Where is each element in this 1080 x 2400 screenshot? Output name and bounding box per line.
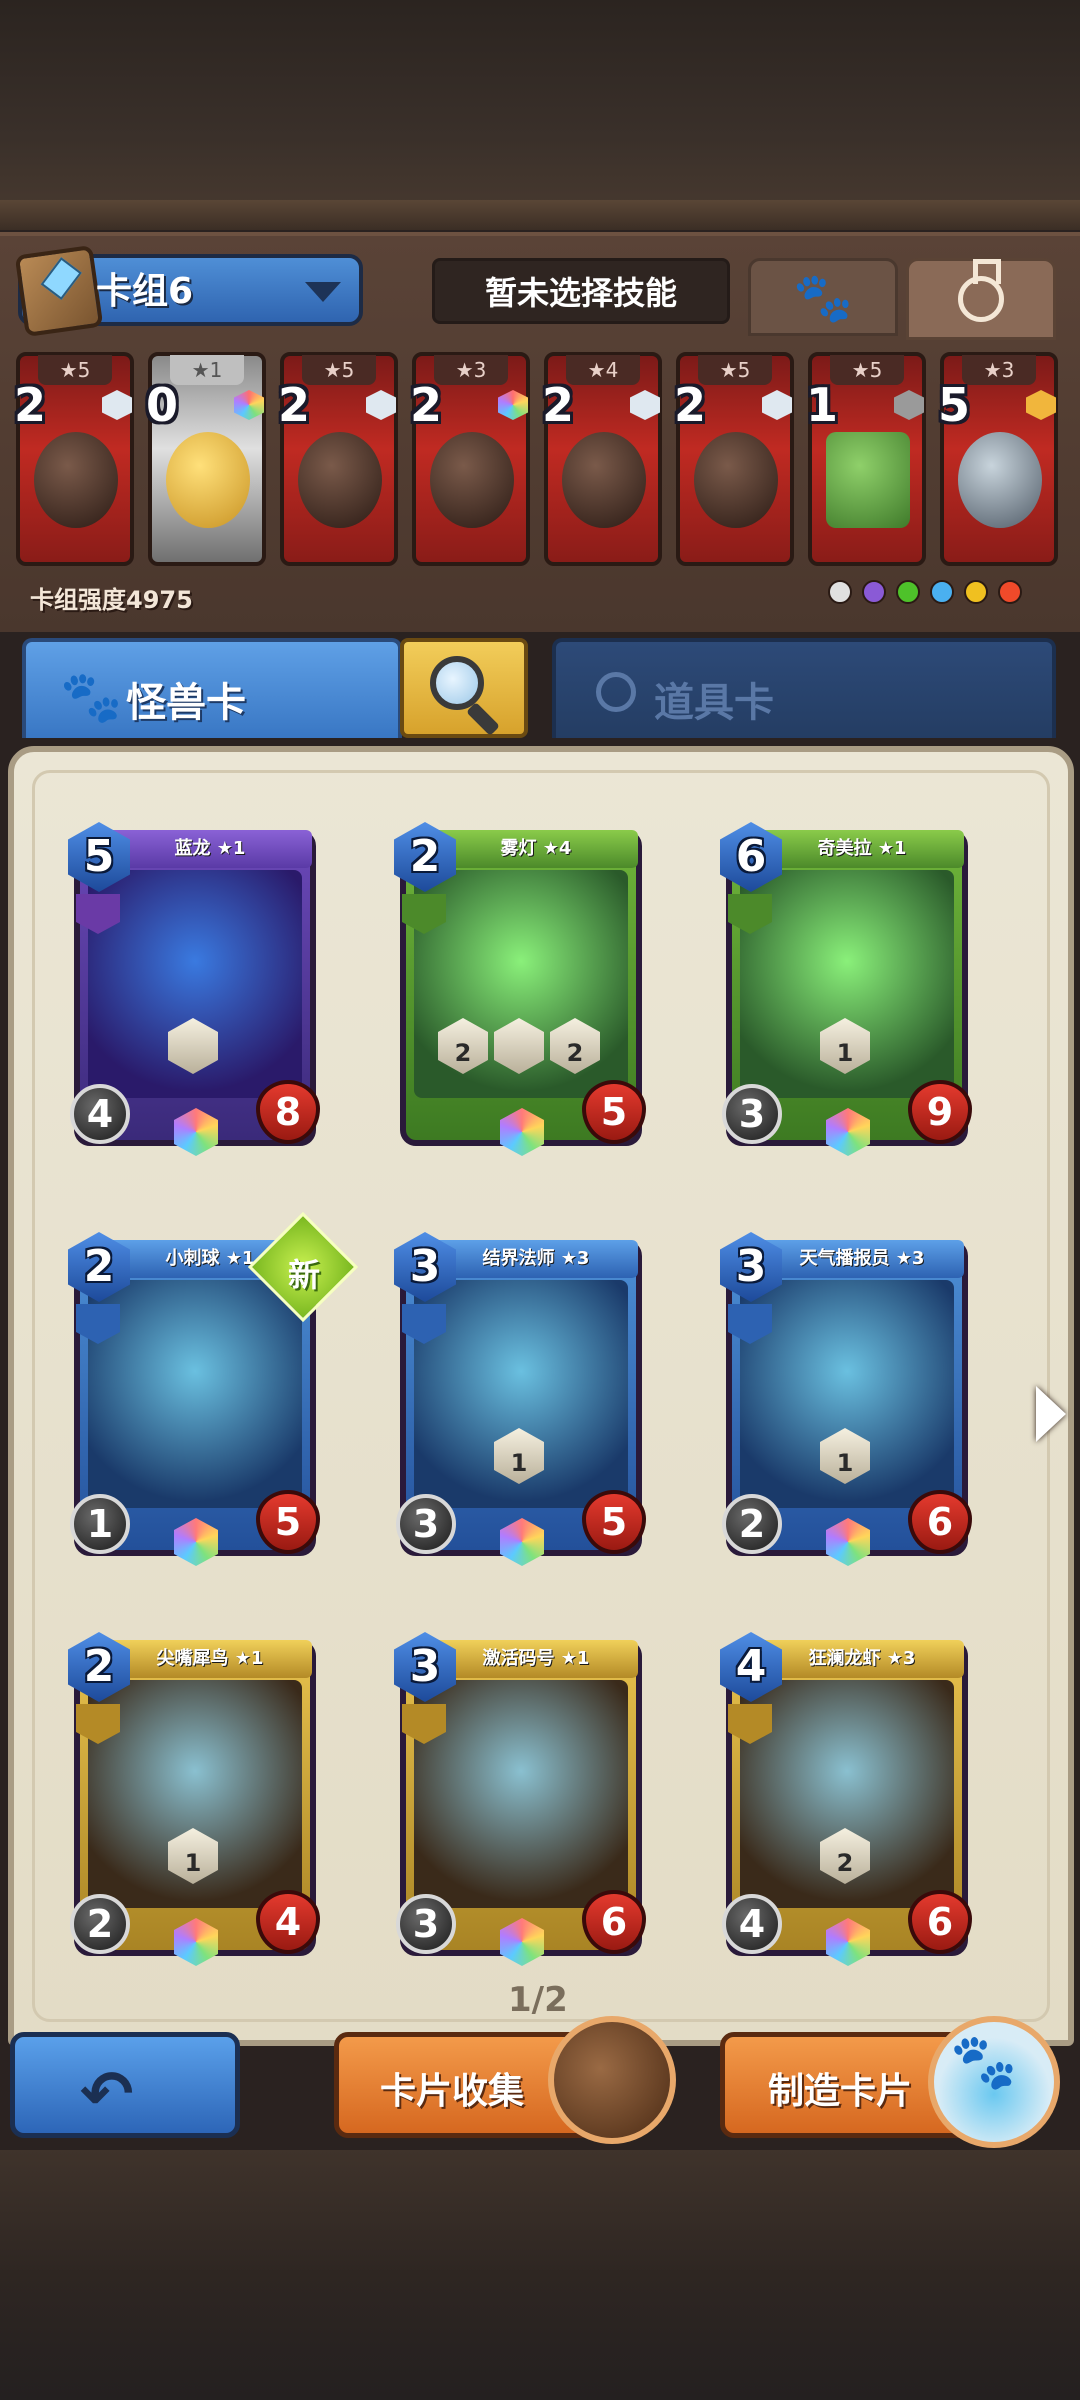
green-tunic-icon	[826, 432, 910, 528]
rarity-gem-icon	[366, 390, 396, 420]
slot-cost: 2	[14, 378, 47, 432]
slot-stars: ★5	[38, 355, 112, 385]
card-collection-label: 卡片收集	[380, 2071, 525, 2112]
paw-icon: 🐾	[950, 2030, 1018, 2093]
craft-card-label: 制造卡片	[768, 2071, 913, 2112]
rarity-gem-icon	[234, 390, 264, 420]
faction-light-icon	[964, 580, 988, 604]
red-demon-helmet-icon	[34, 432, 118, 528]
card-book-icon	[548, 2016, 676, 2144]
card-name: 雾灯 ★4	[434, 830, 638, 868]
card-attack: 4	[70, 1084, 130, 1144]
card-art	[88, 1280, 302, 1508]
deck-slot[interactable]: ★3 5	[938, 352, 1058, 566]
skill-selector[interactable]: 暂未选择技能	[432, 258, 730, 324]
monster-card[interactable]: 尖嘴犀鸟 ★1 2 2 4 1	[68, 1628, 322, 1972]
card-attack: 1	[70, 1494, 130, 1554]
paw-icon: 🐾	[793, 269, 853, 326]
card-name: 结界法师 ★3	[434, 1240, 638, 1278]
slot-stars: ★5	[302, 355, 376, 385]
potion-icon	[958, 259, 1004, 322]
slot-cost: 1	[806, 378, 839, 432]
card-name: 激活码号 ★1	[434, 1640, 638, 1678]
tab-monster-filter[interactable]: 🐾	[748, 258, 898, 336]
deck-slot[interactable]: ★5 2	[278, 352, 398, 566]
deck-slot[interactable]: ★1 0	[146, 352, 266, 566]
rarity-gem-icon	[498, 390, 528, 420]
gold-boots-icon	[430, 432, 514, 528]
card-attack: 3	[396, 1494, 456, 1554]
faction-water-icon	[930, 580, 954, 604]
monster-card[interactable]: 狂澜龙虾 ★3 4 4 6 2	[720, 1628, 974, 1972]
deck-book-icon	[14, 244, 104, 338]
card-name: 奇美拉 ★1	[760, 830, 964, 868]
slot-cost: 2	[410, 378, 443, 432]
slot-cost: 0	[146, 378, 179, 432]
deck-power: 卡组强度4975	[30, 586, 193, 614]
deck-slot[interactable]: ★4 2	[542, 352, 662, 566]
tab-item-label: 道具卡	[654, 680, 774, 726]
tab-item-filter[interactable]	[906, 258, 1056, 340]
monster-card[interactable]: 激活码号 ★1 3 3 6	[394, 1628, 648, 1972]
dark-armor-icon	[298, 432, 382, 528]
paw-icon: 🐾	[60, 668, 123, 726]
search-icon	[430, 656, 484, 710]
card-attack: 4	[722, 1894, 782, 1954]
new-badge-label: 新	[288, 1256, 321, 1294]
faction-neutral-icon	[828, 580, 852, 604]
monster-card[interactable]: 天气播报员 ★3 3 2 6 1	[720, 1228, 974, 1572]
faction-nature-icon	[896, 580, 920, 604]
faction-icons	[828, 580, 1022, 604]
card-name: 狂澜龙虾 ★3	[760, 1640, 964, 1678]
deck-slot[interactable]: ★5 2	[14, 352, 134, 566]
monster-card[interactable]: 蓝龙 ★1 5 4 8	[68, 818, 322, 1162]
monster-card[interactable]: 结界法师 ★3 3 3 5 1	[394, 1228, 648, 1572]
rarity-gem-icon	[894, 390, 924, 420]
card-art	[414, 1680, 628, 1908]
bottom-wood-frame	[0, 2150, 1080, 2400]
rarity-gem-icon	[102, 390, 132, 420]
card-attack: 3	[722, 1084, 782, 1144]
slot-stars: ★4	[566, 355, 640, 385]
top-wood-frame	[0, 0, 1080, 230]
monster-card[interactable]: 小刺球 ★1 2 1 5 新	[68, 1211, 359, 1572]
back-arrow-icon: ↶	[80, 2058, 134, 2132]
faction-fire-icon	[998, 580, 1022, 604]
steel-helmet-icon	[958, 432, 1042, 528]
rarity-gem-icon	[762, 390, 792, 420]
slot-cost: 5	[938, 378, 971, 432]
gold-coin-icon	[166, 432, 250, 528]
tab-monster-label: 怪兽卡	[126, 680, 246, 726]
slot-cost: 2	[542, 378, 575, 432]
card-name: 蓝龙 ★1	[108, 830, 312, 868]
slot-cost: 2	[674, 378, 707, 432]
deck-slot[interactable]: ★5 2	[674, 352, 794, 566]
deck-slot[interactable]: ★5 1	[806, 352, 926, 566]
rarity-gem-icon	[1026, 390, 1056, 420]
slot-cost: 2	[278, 378, 311, 432]
slot-stars: ★3	[962, 355, 1036, 385]
page-indicator: 1/2	[508, 1980, 568, 2020]
slot-stars: ★5	[830, 355, 904, 385]
chevron-down-icon[interactable]	[305, 282, 341, 302]
potion-icon	[596, 672, 636, 712]
deck-name: 卡组6	[96, 271, 194, 312]
slot-stars: ★5	[698, 355, 772, 385]
card-attack: 2	[722, 1494, 782, 1554]
card-attack: 3	[396, 1894, 456, 1954]
deck-slot[interactable]: ★3 2	[410, 352, 530, 566]
faction-arcane-icon	[862, 580, 886, 604]
rarity-gem-icon	[630, 390, 660, 420]
bull-gauntlet-icon	[694, 432, 778, 528]
next-page-arrow-icon[interactable]	[1036, 1386, 1066, 1442]
card-name: 天气播报员 ★3	[760, 1240, 964, 1278]
slot-stars: ★3	[434, 355, 508, 385]
monster-card[interactable]: 奇美拉 ★1 6 3 9 1	[720, 818, 974, 1162]
monster-card[interactable]: 雾灯 ★4 2 5 2 2	[394, 818, 648, 1162]
slot-stars: ★1	[170, 355, 244, 385]
card-attack: 2	[70, 1894, 130, 1954]
card-name: 尖嘴犀鸟 ★1	[108, 1640, 312, 1678]
dark-greaves-icon	[562, 432, 646, 528]
